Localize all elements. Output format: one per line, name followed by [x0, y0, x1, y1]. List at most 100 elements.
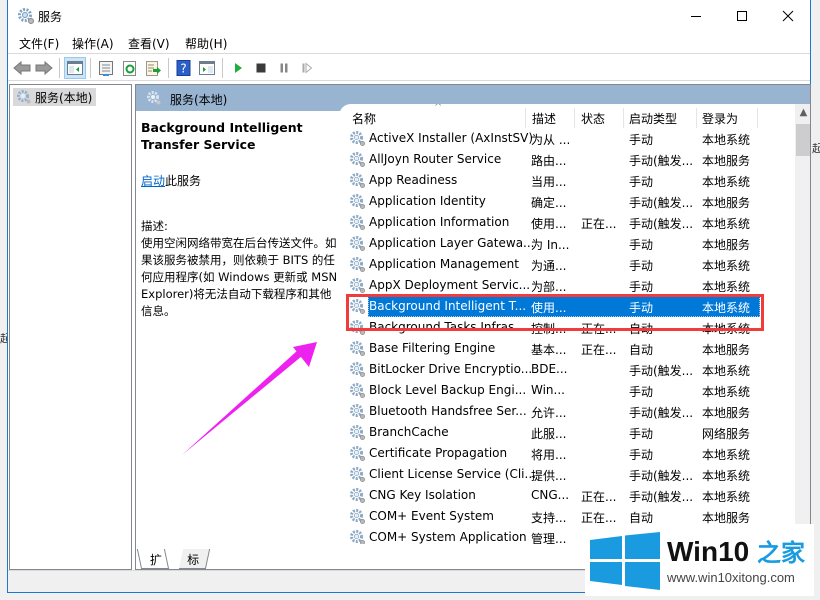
watermark: Win10 之家 www.win10xitong.com — [585, 524, 814, 596]
service-description-cell: 为部... — [531, 280, 567, 294]
toolbar-separator — [59, 58, 60, 78]
background-text-fragment: 起 — [812, 142, 820, 155]
restart-icon — [302, 62, 313, 74]
service-row[interactable]: BitLocker Drive Encryptio... BDE... 手动(触发.… — [339, 359, 795, 380]
column-header-name[interactable]: 名称 — [352, 110, 376, 127]
pause-icon — [280, 63, 288, 73]
refresh-button[interactable] — [119, 57, 141, 79]
toolbar-separator — [90, 58, 91, 78]
services-gear-icon — [18, 8, 34, 24]
service-row[interactable]: BranchCache 此服... 手动 网络服务 — [339, 422, 795, 443]
windows-logo-icon — [590, 532, 660, 590]
console-tree-icon — [67, 61, 83, 75]
service-logon-as: 本地系统 — [702, 364, 751, 378]
service-row[interactable]: Client License Service (Cli... 提供... 手动(触发… — [339, 464, 795, 485]
maximize-button[interactable] — [719, 0, 765, 31]
services-gear-icon — [147, 91, 161, 105]
service-gear-icon — [350, 257, 366, 273]
service-name: Application Identity — [369, 194, 486, 208]
service-startup-type: 手动(触发... — [629, 490, 694, 504]
service-row[interactable]: Application Information 使用... 正在... 手动(触发..… — [339, 212, 795, 233]
close-icon — [782, 10, 794, 21]
service-gear-icon — [350, 131, 366, 147]
play-icon — [235, 63, 242, 73]
column-divider[interactable] — [757, 108, 758, 128]
menu-help[interactable]: 帮助(H) — [185, 35, 227, 52]
service-row[interactable]: Base Filtering Engine 基本... 正在... 自动 本地服务 — [339, 338, 795, 359]
service-name: Bluetooth Handsfree Ser... — [369, 404, 527, 418]
vertical-scrollbar[interactable]: ▲ — [795, 104, 810, 544]
properties-button[interactable] — [95, 57, 117, 79]
toolbar-separator — [168, 58, 169, 78]
service-gear-icon — [350, 530, 365, 544]
description-body: 使用空闲网络带宽在后台传送文件。如果该服务被禁用，则依赖于 BITS 的任何应用… — [141, 236, 338, 318]
column-divider[interactable] — [696, 108, 697, 128]
service-gear-icon — [350, 488, 366, 504]
pause-service-button[interactable] — [273, 57, 295, 79]
stop-icon — [256, 63, 266, 73]
restart-service-button[interactable] — [296, 57, 318, 79]
forward-button[interactable] — [33, 57, 55, 79]
service-row[interactable]: CNG Key Isolation CNG... 正在... 手动(触发... 本地系统 — [339, 485, 795, 506]
menu-action[interactable]: 操作(A) — [72, 35, 114, 52]
service-row[interactable]: Application Management 为通... 手动 本地系统 — [339, 254, 795, 275]
column-divider[interactable] — [574, 108, 575, 128]
start-service-button[interactable] — [227, 57, 249, 79]
column-header-status[interactable]: 状态 — [581, 110, 605, 127]
service-gear-icon — [350, 383, 366, 399]
start-service-line: 启动此服务 — [141, 173, 341, 190]
service-logon-as: 本地系统 — [702, 385, 751, 399]
service-name: BranchCache — [369, 425, 449, 439]
service-description-cell: 使用... — [531, 217, 567, 231]
service-row[interactable]: AllJoyn Router Service 路由... 手动(触发... 本地服务 — [339, 149, 795, 170]
maximize-icon — [737, 10, 747, 21]
service-row[interactable]: Certificate Propagation 将用... 手动 本地系统 — [339, 443, 795, 464]
start-service-link[interactable]: 启动 — [141, 174, 165, 188]
service-description: 描述: 使用空闲网络带宽在后台传送文件。如果该服务被禁用，则依赖于 BITS 的… — [141, 218, 341, 320]
service-gear-icon — [350, 446, 366, 462]
forward-icon — [35, 61, 53, 75]
scroll-up-icon[interactable]: ▲ — [795, 104, 810, 121]
minimize-button[interactable] — [673, 0, 719, 31]
service-description-cell: 为 In... — [531, 238, 570, 252]
service-row[interactable]: Application Layer Gatewa... 为 In... 手动 本地服务 — [339, 233, 795, 254]
show-hide-console-tree-button[interactable] — [64, 57, 86, 79]
service-logon-as: 本地系统 — [702, 280, 751, 294]
service-row[interactable]: ActiveX Installer (AxInstSV) 为从 ... 手动 本地系统 — [339, 128, 795, 149]
column-divider[interactable] — [525, 108, 526, 128]
service-logon-as: 本地服务 — [702, 154, 751, 168]
service-description-cell: 确定... — [531, 196, 567, 210]
column-divider[interactable] — [623, 108, 624, 128]
service-logon-as: 本地服务 — [702, 406, 751, 420]
menu-file[interactable]: 文件(F) — [19, 35, 59, 52]
service-startup-type: 自动 — [629, 343, 654, 357]
tab-standard[interactable]: 标准 — [178, 549, 211, 584]
service-name: Application Information — [369, 215, 510, 229]
service-gear-icon — [350, 467, 366, 483]
column-header-startup-type[interactable]: 启动类型 — [629, 110, 677, 127]
back-button[interactable] — [11, 57, 33, 79]
action-pane-icon — [199, 61, 215, 75]
service-description-cell: 管理... — [531, 532, 567, 544]
service-name: Certificate Propagation — [369, 446, 508, 460]
show-action-pane-button[interactable] — [196, 57, 218, 79]
service-row[interactable]: AppX Deployment Servic... 为部... 手动 本地系统 — [339, 275, 795, 296]
service-row[interactable]: Block Level Backup Engi... Win... 手动 本地系统 — [339, 380, 795, 401]
column-header-description[interactable]: 描述 — [532, 110, 556, 127]
tree-item-services-local[interactable]: 服务(本地) — [13, 88, 97, 106]
close-button[interactable] — [765, 0, 811, 31]
service-row[interactable]: App Readiness 当用... 手动 本地系统 — [339, 170, 795, 191]
service-name: AllJoyn Router Service — [369, 152, 502, 166]
stop-service-button[interactable] — [250, 57, 272, 79]
service-description-cell: Win... — [531, 383, 565, 397]
service-logon-as: 本地服务 — [702, 343, 751, 357]
export-list-button[interactable] — [142, 57, 164, 79]
menu-view[interactable]: 查看(V) — [128, 35, 170, 52]
service-row[interactable]: Bluetooth Handsfree Ser... 允许... 手动(触发... 本… — [339, 401, 795, 422]
service-logon-as: 本地服务 — [702, 238, 751, 252]
help-button[interactable]: ? — [173, 57, 195, 79]
column-header-logon-as[interactable]: 登录为 — [702, 110, 738, 127]
tab-extended[interactable]: 扩展 — [136, 549, 170, 584]
service-row[interactable]: Application Identity 确定... 手动(触发... 本地服务 — [339, 191, 795, 212]
scrollbar-thumb[interactable] — [796, 124, 810, 156]
